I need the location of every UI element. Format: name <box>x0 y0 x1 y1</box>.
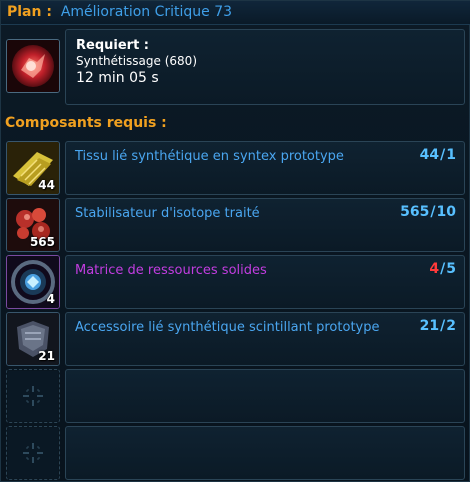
crafting-panel: Plan : Amélioration Critique 73 Requiert… <box>0 0 470 482</box>
stack-count: 4 <box>46 292 55 306</box>
insufficient-quantity: 4 <box>429 261 440 277</box>
component-row-3[interactable]: Matrice de ressources solides 4/5 <box>65 255 465 309</box>
component-quantity: 44/1 <box>419 147 456 163</box>
required-skill: Synthétissage (680) <box>76 54 197 68</box>
empty-component-row-2 <box>65 426 465 480</box>
component-row-2[interactable]: Stabilisateur d'isotope traité 565/10 <box>65 198 465 252</box>
component-name: Tissu lié synthétique en syntex prototyp… <box>75 149 344 164</box>
component-name: Matrice de ressources solides <box>75 263 267 278</box>
component-slot-3[interactable]: 4 <box>6 255 60 309</box>
requirement-box: Requiert : Synthétissage (680) 12 min 05… <box>65 29 465 105</box>
component-quantity: 565/10 <box>400 204 456 220</box>
empty-component-row-1 <box>65 369 465 423</box>
schematic-icon-slot[interactable] <box>6 39 60 93</box>
stack-count: 44 <box>38 178 55 192</box>
component-row-4[interactable]: Accessoire lié synthétique scintillant p… <box>65 312 465 366</box>
title-prefix: Plan : <box>7 4 52 20</box>
stack-count: 565 <box>29 235 55 249</box>
components-header: Composants requis : <box>5 115 167 131</box>
component-slot-1[interactable]: 44 <box>6 141 60 195</box>
component-quantity: 4/5 <box>429 261 456 277</box>
stack-count: 21 <box>38 349 55 363</box>
red-component-icon <box>7 40 59 92</box>
component-row-1[interactable]: Tissu lié synthétique en syntex prototyp… <box>65 141 465 195</box>
empty-component-slot-1[interactable] <box>6 369 60 423</box>
empty-slot-crosshair-icon <box>23 443 43 463</box>
component-slot-2[interactable]: 565 <box>6 198 60 252</box>
title-bar: Plan : Amélioration Critique 73 <box>1 1 470 25</box>
component-name: Accessoire lié synthétique scintillant p… <box>75 320 380 335</box>
empty-slot-crosshair-icon <box>23 386 43 406</box>
component-quantity: 21/2 <box>419 318 456 334</box>
schematic-name: Amélioration Critique 73 <box>60 4 233 20</box>
requirement-label: Requiert : <box>76 38 150 53</box>
component-name: Stabilisateur d'isotope traité <box>75 206 260 221</box>
empty-component-slot-2[interactable] <box>6 426 60 480</box>
craft-time: 12 min 05 s <box>76 70 159 86</box>
component-slot-4[interactable]: 21 <box>6 312 60 366</box>
